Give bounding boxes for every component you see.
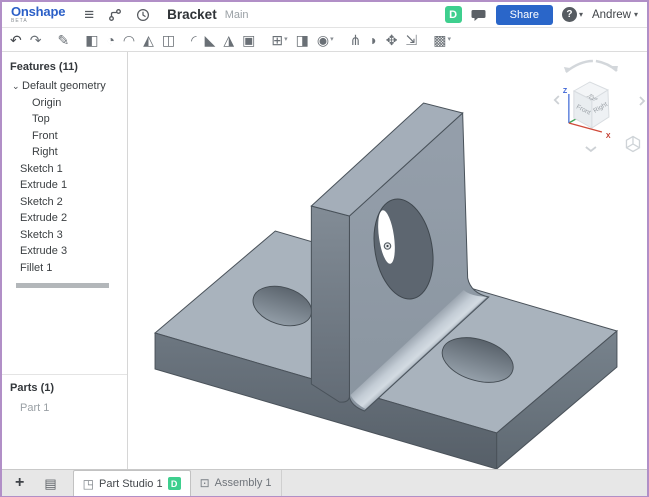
document-tab-bar: + ▤ ◳ Part Studio 1 D ⊡ Assembly 1 <box>2 469 647 496</box>
document-title: Bracket <box>167 7 217 22</box>
document-tab[interactable]: ⊡ Assembly 1 <box>191 470 282 496</box>
loft-icon[interactable]: ◭ <box>143 33 154 47</box>
help-caret-icon: ▾ <box>579 10 583 19</box>
feature-item[interactable]: Top <box>2 111 127 128</box>
revolve-icon[interactable]: ◔ <box>106 33 114 47</box>
features-header: Features (11) <box>10 61 127 73</box>
dropdown-caret-icon[interactable]: ▾ <box>284 36 288 43</box>
extrude-icon[interactable]: ◧ <box>85 33 98 47</box>
dropdown-caret-icon[interactable]: ▾ <box>447 36 451 43</box>
appearance-icon[interactable]: ▩ ▾ <box>433 33 451 47</box>
workspace-name[interactable]: Main <box>225 9 249 21</box>
bracket-3d-model[interactable]: Top Front Right Z X <box>128 52 647 469</box>
fillet-icon[interactable]: ◜ <box>191 33 196 47</box>
isometric-view-icon[interactable] <box>626 137 639 152</box>
rib-icon[interactable]: ◫ <box>162 33 175 47</box>
rollback-bar[interactable] <box>16 283 109 288</box>
draft-icon[interactable]: ◮ <box>223 33 234 47</box>
feature-item[interactable]: Origin <box>2 95 127 112</box>
boolean-icon[interactable]: ◉ ▾ <box>317 33 334 47</box>
add-tab-button[interactable]: + <box>15 475 24 491</box>
feature-item[interactable]: ⌄ Default geometry <box>2 78 127 95</box>
origin-marker[interactable] <box>384 243 390 249</box>
sketch-icon[interactable]: ✎ <box>57 33 69 47</box>
graphics-viewport[interactable]: Top Front Right Z X <box>128 52 647 469</box>
tab-type-icon: ◳ <box>83 477 94 491</box>
feature-item[interactable]: Sketch 1 <box>2 161 127 178</box>
user-caret-icon: ▾ <box>634 10 638 19</box>
comments-icon[interactable] <box>471 8 487 22</box>
tab-list-icon[interactable]: ▤ <box>44 477 56 490</box>
feature-item[interactable]: Right <box>2 144 127 161</box>
user-menu[interactable]: Andrew ▾ <box>592 9 638 21</box>
feature-item[interactable]: Sketch 2 <box>2 194 127 211</box>
main-menu-icon[interactable]: ≡ <box>84 5 94 25</box>
onshape-logo[interactable]: Onshape BETA <box>11 5 65 24</box>
view-cube[interactable]: Top Front Right Z X <box>555 61 644 152</box>
axis-x-label: X <box>606 133 611 140</box>
axis-z-label: Z <box>563 88 568 95</box>
parts-region: Parts (1) Part 1 <box>2 374 127 416</box>
versions-branch-icon[interactable] <box>108 8 122 22</box>
parts-header: Parts (1) <box>10 382 127 394</box>
rotate-left-arrow-icon <box>566 61 593 72</box>
shell-icon[interactable]: ▣ <box>242 33 255 47</box>
top-bar: Onshape BETA ≡ Bracket Main D Share ? ▾ … <box>2 2 647 28</box>
part-item[interactable]: Part 1 <box>2 399 127 416</box>
linear-pattern-icon[interactable]: ⊞ ▾ <box>271 33 287 47</box>
features-region: Features (11) ⌄ Default geometry Origin <box>2 52 127 374</box>
help-menu[interactable]: ? ▾ <box>562 7 583 22</box>
tab-type-icon: ⊡ <box>200 476 210 490</box>
feature-list-panel: Features (11) ⌄ Default geometry Origin <box>2 52 128 469</box>
rotate-view-right-icon <box>640 97 644 105</box>
feature-toolbar: ↶ ↷ ✎ <box>2 28 647 52</box>
feature-item[interactable]: Extrude 2 <box>2 210 127 227</box>
rotate-view-down-icon <box>586 147 596 151</box>
rotate-view-left-icon <box>555 96 559 104</box>
share-button[interactable]: Share <box>496 5 553 25</box>
feature-item[interactable]: Extrude 3 <box>2 243 127 260</box>
modify-fillet-icon[interactable]: ◗ <box>369 33 377 47</box>
feature-item[interactable]: Fillet 1 <box>2 260 127 277</box>
feature-item[interactable]: Sketch 3 <box>2 227 127 244</box>
help-icon: ? <box>562 7 577 22</box>
document-badge: D <box>445 6 462 23</box>
chamfer-icon[interactable]: ◣ <box>205 33 216 47</box>
feature-item[interactable]: Extrude 1 <box>2 177 127 194</box>
main-area: Features (11) ⌄ Default geometry Origin <box>2 52 647 469</box>
split-icon[interactable]: ⋔ <box>350 33 362 47</box>
undo-icon[interactable]: ↶ <box>10 33 22 47</box>
dropdown-caret-icon[interactable]: ▾ <box>330 36 334 43</box>
feature-item[interactable]: Front <box>2 128 127 145</box>
history-clock-icon[interactable] <box>136 8 150 22</box>
tab-badge: D <box>168 477 181 490</box>
transform-icon[interactable]: ⇲ <box>406 33 418 47</box>
user-name: Andrew <box>592 9 631 21</box>
move-face-icon[interactable]: ✥ <box>386 33 398 47</box>
redo-icon[interactable]: ↷ <box>30 33 42 47</box>
onshape-app-window: { "colors": {"brand":"#2b5fc7","share":"… <box>0 0 649 497</box>
sweep-icon[interactable]: ◠ <box>123 33 135 47</box>
chevron-down-icon[interactable]: ⌄ <box>12 81 22 92</box>
mirror-icon[interactable]: ◨ <box>296 33 309 47</box>
document-tab[interactable]: ◳ Part Studio 1 D <box>73 470 191 496</box>
